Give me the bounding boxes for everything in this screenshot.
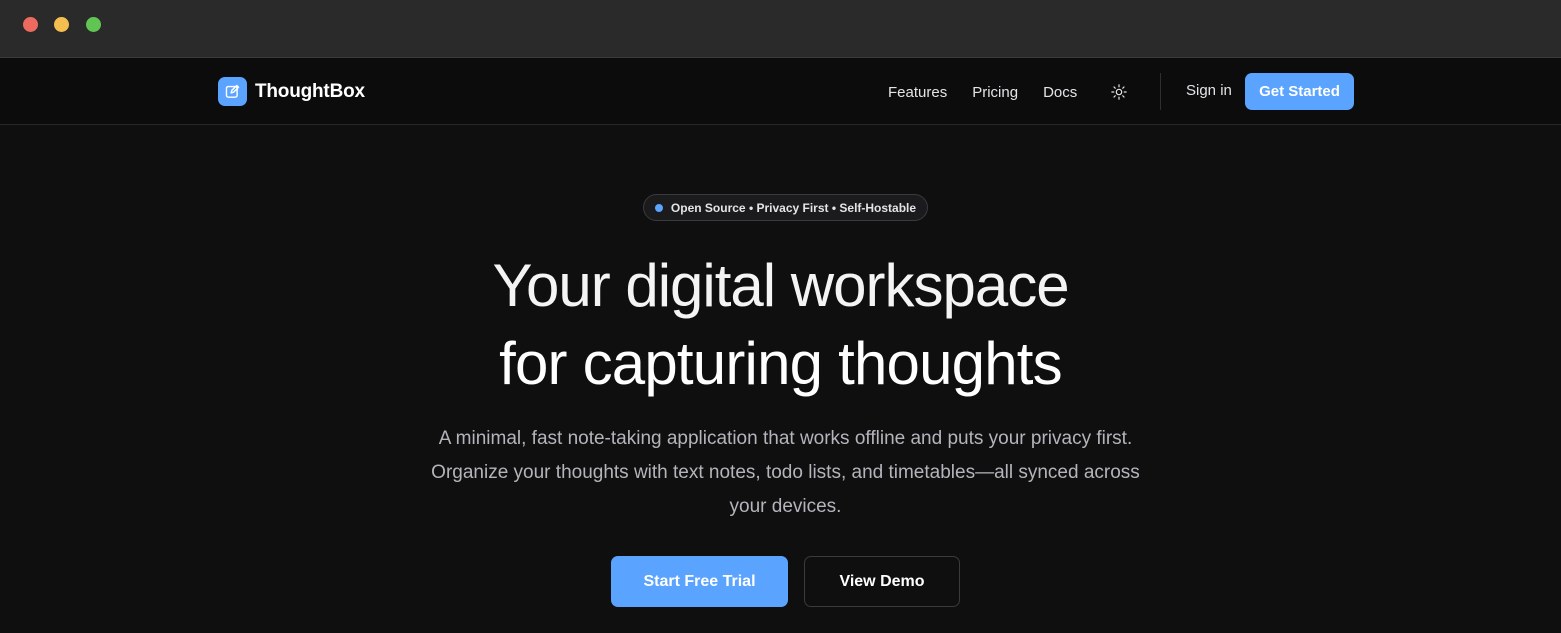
signin-link[interactable]: Sign in: [1186, 82, 1232, 99]
maximize-window-button[interactable]: [86, 17, 101, 32]
nav-link-pricing[interactable]: Pricing: [972, 84, 1018, 101]
hero-subtitle: A minimal, fast note-taking application …: [431, 428, 1140, 517]
nav-link-features[interactable]: Features: [888, 84, 947, 101]
get-started-button[interactable]: Get Started: [1245, 73, 1354, 110]
sun-icon: [1111, 84, 1127, 100]
primary-nav: Features Pricing Docs: [888, 82, 1129, 102]
theme-toggle-button[interactable]: [1109, 82, 1129, 102]
headline-line-1: Your digital workspace: [492, 252, 1069, 319]
start-free-trial-button[interactable]: Start Free Trial: [611, 556, 788, 607]
window-titlebar: [0, 0, 1561, 58]
feature-badge: Open Source • Privacy First • Self-Hosta…: [643, 194, 928, 221]
view-demo-button[interactable]: View Demo: [804, 556, 960, 607]
nav-divider: [1160, 73, 1161, 110]
close-window-button[interactable]: [23, 17, 38, 32]
badge-dot-icon: [654, 203, 663, 212]
badge-text: Open Source • Privacy First • Self-Hosta…: [670, 200, 917, 215]
nav-link-docs[interactable]: Docs: [1043, 84, 1077, 101]
brand-home-link[interactable]: ThoughtBox: [218, 77, 365, 106]
headline-line-2: for capturing thoughts: [499, 330, 1063, 397]
minimize-window-button[interactable]: [54, 17, 69, 32]
brand-name: ThoughtBox: [255, 80, 365, 102]
edit-note-icon: [218, 77, 247, 106]
top-navbar: ThoughtBox Features Pricing Docs Sign in…: [0, 58, 1561, 125]
